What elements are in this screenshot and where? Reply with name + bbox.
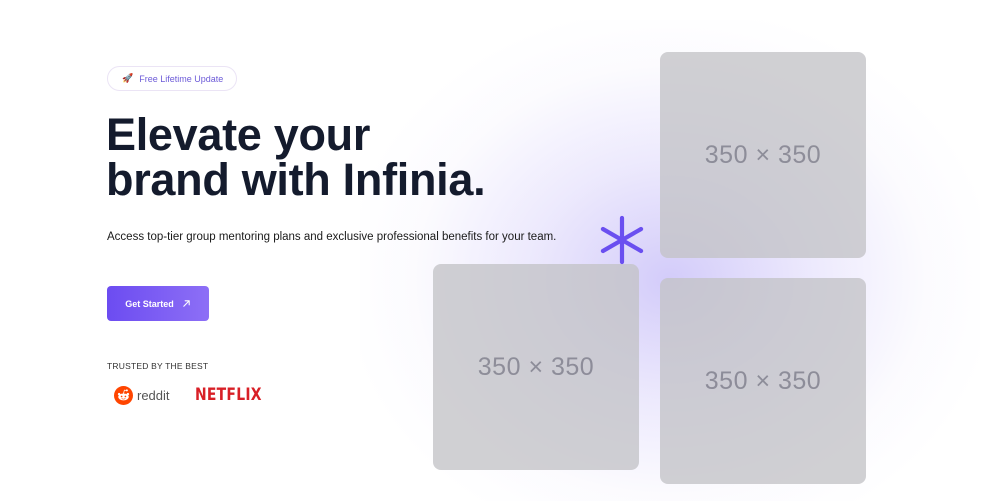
hero-title-line-2: brand with Infinia.: [106, 154, 486, 205]
netflix-logo: NETFLIX: [195, 385, 262, 405]
promo-badge: 🚀 Free Lifetime Update: [107, 66, 238, 91]
get-started-label: Get Started: [125, 298, 174, 309]
hero-title: Elevate your brand with Infinia.: [106, 112, 586, 202]
image-placeholder: 350 × 350: [433, 264, 639, 470]
get-started-button[interactable]: Get Started: [107, 286, 209, 321]
promo-badge-text: Free Lifetime Update: [139, 73, 224, 84]
placeholder-label: 350 × 350: [477, 352, 595, 381]
reddit-wordmark: reddit: [137, 388, 170, 403]
hero-description: Access top-tier group mentoring plans an…: [107, 231, 557, 243]
hero-title-line-1: Elevate your: [106, 109, 371, 160]
reddit-logo: reddit: [114, 386, 170, 405]
placeholder-label: 350 × 350: [704, 366, 822, 395]
placeholder-label: 350 × 350: [704, 140, 822, 169]
image-placeholder: 350 × 350: [660, 52, 866, 258]
arrow-up-right-icon: [183, 300, 190, 307]
reddit-icon: [114, 386, 133, 405]
asterisk-sparkle-icon: [600, 215, 644, 265]
trusted-heading: TRUSTED BY THE BEST: [107, 361, 209, 371]
rocket-icon: 🚀: [122, 73, 134, 83]
image-placeholder: 350 × 350: [660, 278, 866, 484]
